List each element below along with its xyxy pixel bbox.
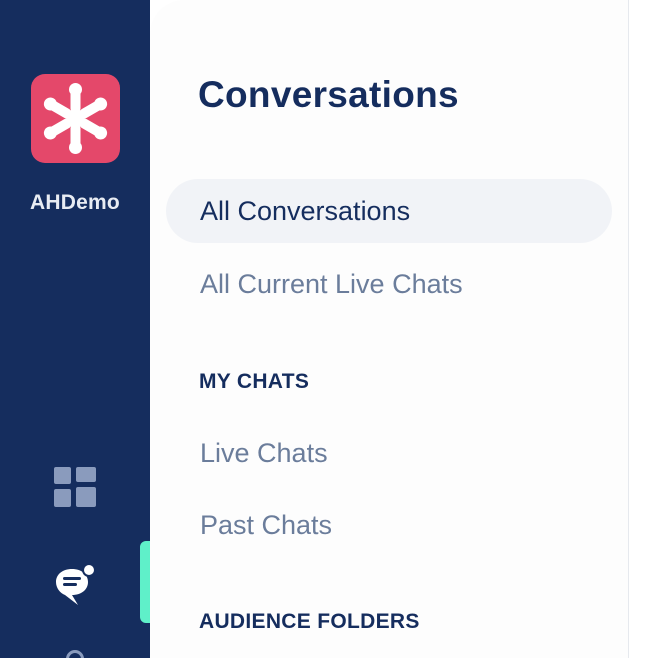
section-heading-my-chats: MY CHATS: [199, 370, 310, 393]
asterisk-logo-icon: [43, 83, 108, 154]
nav-item-all-current-live-chats[interactable]: All Current Live Chats: [166, 252, 612, 316]
dashboard-icon: [54, 467, 96, 507]
workspace-logo[interactable]: [31, 74, 120, 163]
app-window: AHDemo Conversations All Conversations A…: [0, 0, 658, 658]
rail-item-dashboard[interactable]: [54, 467, 96, 507]
conversations-panel: Conversations All Conversations All Curr…: [150, 0, 629, 658]
section-heading-audience-folders: AUDIENCE FOLDERS: [199, 610, 420, 633]
page-title: Conversations: [198, 74, 459, 115]
nav-item-live-chats[interactable]: Live Chats: [166, 421, 612, 485]
rail-item-conversations[interactable]: [52, 562, 98, 608]
content-area: [629, 0, 658, 658]
rail-item-more-icon[interactable]: [66, 650, 84, 658]
workspace-name: AHDemo: [30, 191, 120, 214]
nav-item-past-chats[interactable]: Past Chats: [166, 493, 612, 557]
left-rail: AHDemo: [0, 0, 150, 658]
conversations-icon: [56, 563, 96, 605]
nav-item-all-conversations[interactable]: All Conversations: [166, 179, 612, 243]
